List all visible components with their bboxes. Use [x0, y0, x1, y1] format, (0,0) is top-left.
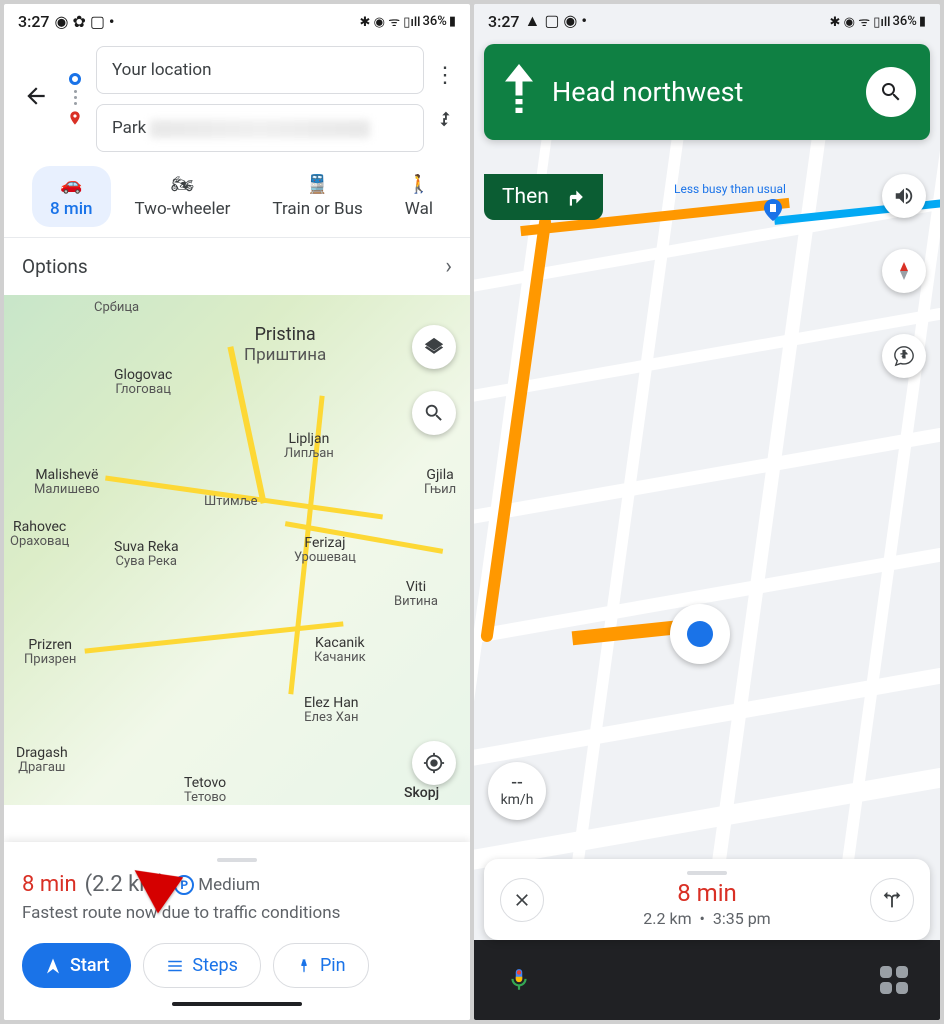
mode-twowheeler[interactable]: 🏍 Two-wheeler: [117, 166, 249, 227]
nav-instruction-banner[interactable]: Head northwest: [484, 44, 930, 140]
layers-button[interactable]: [412, 325, 456, 369]
destination-prefix: Park: [112, 118, 146, 138]
alt-routes-button[interactable]: [870, 878, 914, 922]
svg-text:+: +: [900, 345, 908, 363]
car-icon: 🚗: [60, 174, 82, 195]
destination-redacted: [150, 120, 370, 138]
nav-eta-time: 8 min: [558, 879, 856, 907]
assistant-bar: [474, 940, 940, 1020]
status-left: 3:27 ◉ ✿ ▢ •: [18, 12, 115, 31]
mode-car[interactable]: 🚗 8 min: [32, 166, 111, 227]
mode-transit[interactable]: 🚆 Train or Bus: [254, 166, 380, 227]
origin-dot-icon: [69, 73, 81, 85]
compass-button[interactable]: [882, 249, 926, 293]
parking-icon: P: [174, 875, 194, 895]
origin-input[interactable]: Your location: [96, 46, 424, 94]
route-map[interactable]: Србица PristinaПриштина GlogovacГлоговац…: [4, 295, 470, 805]
current-location-marker: [670, 604, 730, 664]
status-right: ✱ ◉ ᯤ ▯ıll 36% ▮: [360, 12, 457, 30]
drag-handle[interactable]: [217, 858, 257, 862]
home-indicator[interactable]: [172, 1002, 302, 1006]
drag-handle[interactable]: [687, 871, 727, 875]
apps-grid-button[interactable]: [880, 966, 908, 994]
close-nav-button[interactable]: [500, 878, 544, 922]
swap-button[interactable]: [434, 108, 456, 135]
status-bar-b: 3:27 ▲ ▢ ◉ • ✱ ◉ ᯤ ▯ıll 36% ▮: [474, 4, 940, 38]
steps-button[interactable]: Steps: [143, 943, 261, 988]
summary-distance: (2.2 km): [85, 872, 167, 897]
busy-label: Less busy than usual: [674, 182, 786, 196]
mute-button[interactable]: [882, 174, 926, 218]
directions-header: Your location Park ⋮ 🚗 8 min 🏍 Two-wh: [4, 38, 470, 237]
back-button[interactable]: [18, 83, 54, 116]
walk-icon: 🚶: [408, 174, 430, 195]
status-battery: 36%: [422, 14, 446, 29]
train-icon: 🚆: [306, 174, 328, 195]
status-sys-icons: ✱ ◉ ᯤ ▯ıll: [360, 12, 421, 30]
summary-line: 8 min (2.2 km) P Medium: [22, 872, 452, 897]
destination-input[interactable]: Park: [96, 104, 424, 152]
summary-time: 8 min: [22, 872, 77, 897]
city-pristina: PristinaПриштина: [244, 325, 326, 365]
nav-bottom-sheet[interactable]: 8 min 2.2 km • 3:35 pm: [484, 859, 930, 940]
my-location-button[interactable]: [412, 741, 456, 785]
turn-right-icon: [559, 184, 585, 210]
voice-button[interactable]: [506, 967, 532, 993]
motorcycle-icon: 🏍: [171, 174, 194, 195]
screen-directions: 3:27 ◉ ✿ ▢ • ✱ ◉ ᯤ ▯ıll 36% ▮ Your locat…: [4, 4, 470, 1020]
start-button[interactable]: Start: [22, 943, 131, 988]
nav-eta-sub: 2.2 km • 3:35 pm: [558, 909, 856, 928]
status-notif-icons: ◉ ✿ ▢ •: [55, 12, 115, 31]
status-bar: 3:27 ◉ ✿ ▢ • ✱ ◉ ᯤ ▯ıll 36% ▮: [4, 4, 470, 38]
waypoint-indicator: [64, 73, 86, 126]
overflow-menu-button[interactable]: ⋮: [434, 63, 456, 88]
options-row[interactable]: Options ›: [4, 237, 470, 295]
gas-station-pin: [764, 199, 782, 221]
travel-mode-tabs: 🚗 8 min 🏍 Two-wheeler 🚆 Train or Bus 🚶 W…: [18, 152, 456, 237]
mode-walk[interactable]: 🚶 Wal: [387, 166, 451, 227]
route-summary-sheet[interactable]: 8 min (2.2 km) P Medium Fastest route no…: [4, 842, 470, 1020]
nav-instruction-text: Head northwest: [552, 76, 854, 108]
status-time: 3:27: [18, 12, 50, 31]
parking-indicator: P Medium: [174, 875, 260, 895]
report-button[interactable]: +: [882, 334, 926, 378]
route-note: Fastest route now due to traffic conditi…: [22, 903, 452, 923]
pin-button[interactable]: Pin: [273, 943, 369, 988]
direction-arrow-icon: [498, 64, 540, 120]
destination-pin-icon: [67, 110, 83, 126]
then-instruction[interactable]: Then: [484, 174, 603, 220]
screen-navigation: Less busy than usual 3:27 ▲ ▢ ◉ • ✱ ◉ ᯤ …: [474, 4, 940, 1020]
battery-icon: ▮: [449, 14, 456, 29]
speed-indicator: -- km/h: [488, 762, 546, 820]
chevron-right-icon: ›: [445, 254, 452, 279]
nav-search-button[interactable]: [866, 67, 916, 117]
map-search-button[interactable]: [412, 391, 456, 435]
